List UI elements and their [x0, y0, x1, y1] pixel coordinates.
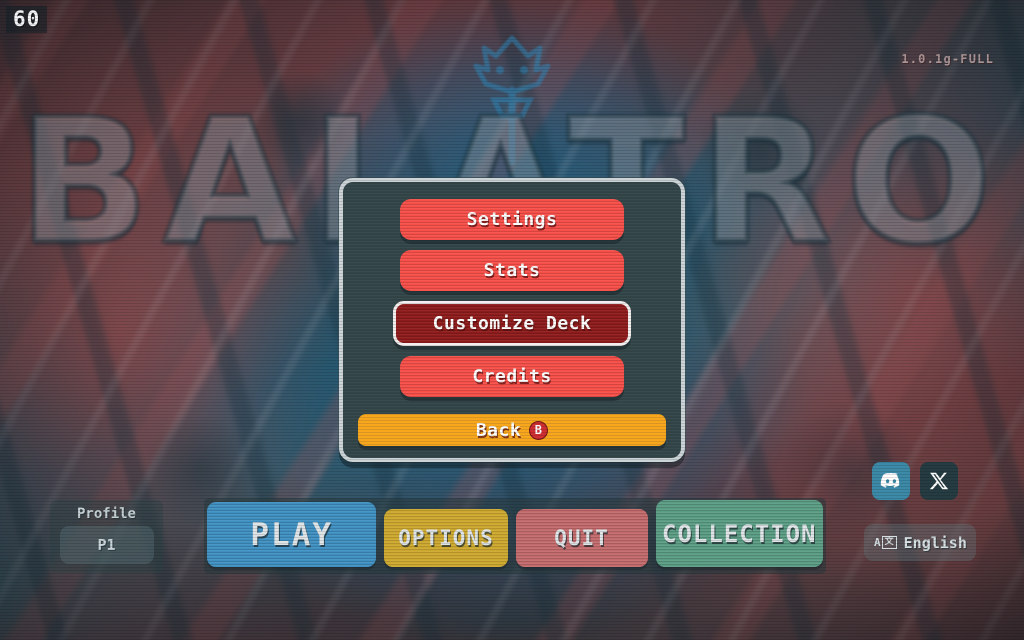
bottom-nav-bar: PLAY OPTIONS QUIT COLLECTION — [204, 498, 826, 574]
discord-icon[interactable] — [872, 462, 910, 500]
nav-button-play[interactable]: PLAY — [207, 502, 377, 567]
menu-item-customize-deck[interactable]: Customize Deck — [393, 301, 631, 346]
menu-item-credits[interactable]: Credits — [400, 356, 624, 397]
menu-item-settings-label: Settings — [466, 209, 558, 230]
nav-button-options[interactable]: OPTIONS — [384, 509, 508, 567]
menu-item-customize-deck-label: Customize Deck — [432, 313, 592, 334]
options-menu-list: Settings Stats Customize Deck Credits — [358, 199, 666, 397]
translate-icon-letter: A — [874, 536, 881, 549]
nav-button-quit[interactable]: QUIT — [515, 509, 648, 567]
menu-item-credits-label: Credits — [472, 366, 552, 387]
social-links — [872, 462, 958, 500]
menu-item-settings[interactable]: Settings — [400, 199, 624, 240]
profile-label: Profile — [76, 506, 136, 522]
menu-item-stats[interactable]: Stats — [400, 250, 624, 291]
nav-button-options-label: OPTIONS — [398, 526, 494, 550]
profile-widget: Profile P1 — [50, 500, 163, 573]
nav-button-play-label: PLAY — [250, 516, 334, 553]
gamepad-b-badge: B — [529, 420, 549, 440]
translate-icon: A文 — [874, 536, 897, 549]
nav-button-collection-label: COLLECTION — [662, 519, 817, 548]
profile-value: P1 — [97, 536, 116, 554]
language-label: English — [903, 533, 967, 552]
menu-item-stats-label: Stats — [483, 260, 541, 281]
translate-icon-boxed-letter: 文 — [881, 536, 897, 549]
version-label: 1.0.1g-FULL — [901, 52, 994, 66]
profile-select-button[interactable]: P1 — [59, 526, 154, 564]
x-twitter-icon[interactable] — [920, 462, 958, 500]
back-button[interactable]: Back B — [358, 414, 666, 446]
nav-button-quit-label: QUIT — [554, 526, 609, 550]
back-button-label: Back — [475, 419, 522, 441]
game-screen: BALATRO 60 1.0.1g-FULL Settings Stats Cu… — [0, 0, 1024, 640]
fps-counter: 60 — [6, 6, 48, 33]
nav-button-collection[interactable]: COLLECTION — [655, 500, 823, 567]
options-menu-panel: Settings Stats Customize Deck Credits Ba… — [339, 178, 685, 462]
language-selector[interactable]: A文 English — [864, 524, 976, 561]
